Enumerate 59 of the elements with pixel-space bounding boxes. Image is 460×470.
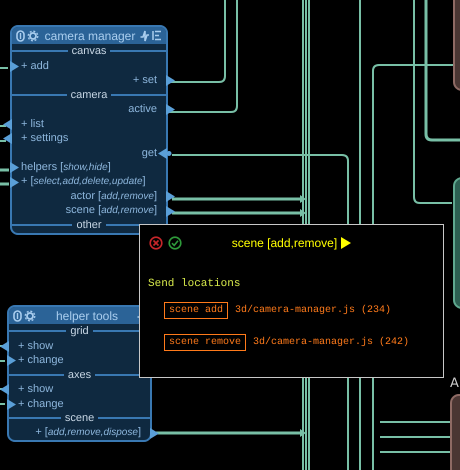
play-icon[interactable] xyxy=(341,237,352,249)
file-location: 3d/camera-manager.js (242) xyxy=(253,337,410,348)
port-arrow-icon[interactable] xyxy=(165,104,175,115)
port-label: + set xyxy=(132,73,157,88)
connection-line xyxy=(0,125,6,127)
node-title: helper tools xyxy=(54,308,120,322)
port-label: + change xyxy=(18,396,64,411)
port-arrow-icon[interactable] xyxy=(9,60,19,72)
port-label: + show xyxy=(18,382,54,396)
port-label: get xyxy=(142,146,157,160)
port-label: + list xyxy=(21,116,44,131)
node-title: A xyxy=(450,376,459,391)
section-label: canvas xyxy=(72,44,106,58)
popup-title: scene [add,remove] xyxy=(232,236,338,250)
section-label: grid xyxy=(70,324,89,338)
port-arrow-icon[interactable] xyxy=(149,428,159,438)
port-label: + change xyxy=(18,353,64,368)
section-label: scene xyxy=(64,411,94,426)
port-arrow-icon[interactable] xyxy=(9,162,19,173)
port-arrow-icon[interactable] xyxy=(165,206,175,216)
port-label: + add xyxy=(21,58,49,73)
port-label: + [select,add,delete,update] xyxy=(21,174,146,190)
port-arrow-icon[interactable] xyxy=(6,355,16,366)
connection-line xyxy=(0,140,6,142)
port-label: scene [add,remove] xyxy=(66,203,157,218)
menu-icon[interactable] xyxy=(152,30,162,41)
check-icon[interactable] xyxy=(168,236,182,250)
port-label: helpers [show,hide] xyxy=(21,160,111,175)
port-arrow-icon[interactable] xyxy=(3,118,13,130)
section-label: axes xyxy=(68,368,92,382)
port-label: + show xyxy=(18,338,54,353)
port-label: + [add,remove,dispose] xyxy=(35,425,141,440)
port-label: + settings xyxy=(21,131,68,146)
port-arrow-icon[interactable] xyxy=(165,75,175,86)
port-arrow-icon[interactable] xyxy=(158,148,172,158)
connection-line xyxy=(0,403,5,405)
section-heading: Send locations xyxy=(148,278,242,290)
port-arrow-icon[interactable] xyxy=(0,340,10,352)
pulse-icon[interactable] xyxy=(140,30,149,42)
port-arrow-icon[interactable] xyxy=(165,191,175,202)
file-location: 3d/camera-manager.js (234) xyxy=(235,305,392,316)
port-arrow-icon[interactable] xyxy=(6,398,16,410)
connection-line xyxy=(0,168,9,172)
section-label: other xyxy=(76,218,102,232)
port-label: actor [add,remove] xyxy=(70,188,157,204)
port-arrow-icon[interactable] xyxy=(3,133,13,144)
node-title: camera manager xyxy=(44,28,136,42)
section-label: camera xyxy=(70,88,108,102)
location-button[interactable]: scene add xyxy=(164,302,228,319)
node-tools-icon[interactable] xyxy=(16,30,40,42)
connection-line xyxy=(0,182,9,186)
node-tools-icon[interactable] xyxy=(13,310,37,322)
connection-line xyxy=(0,360,5,362)
port-arrow-icon[interactable] xyxy=(9,176,19,188)
port-arrow-icon[interactable] xyxy=(0,384,10,395)
port-label: active xyxy=(128,102,157,116)
close-icon[interactable] xyxy=(149,236,163,250)
connection-line xyxy=(0,67,8,69)
location-button[interactable]: scene remove xyxy=(164,334,246,351)
